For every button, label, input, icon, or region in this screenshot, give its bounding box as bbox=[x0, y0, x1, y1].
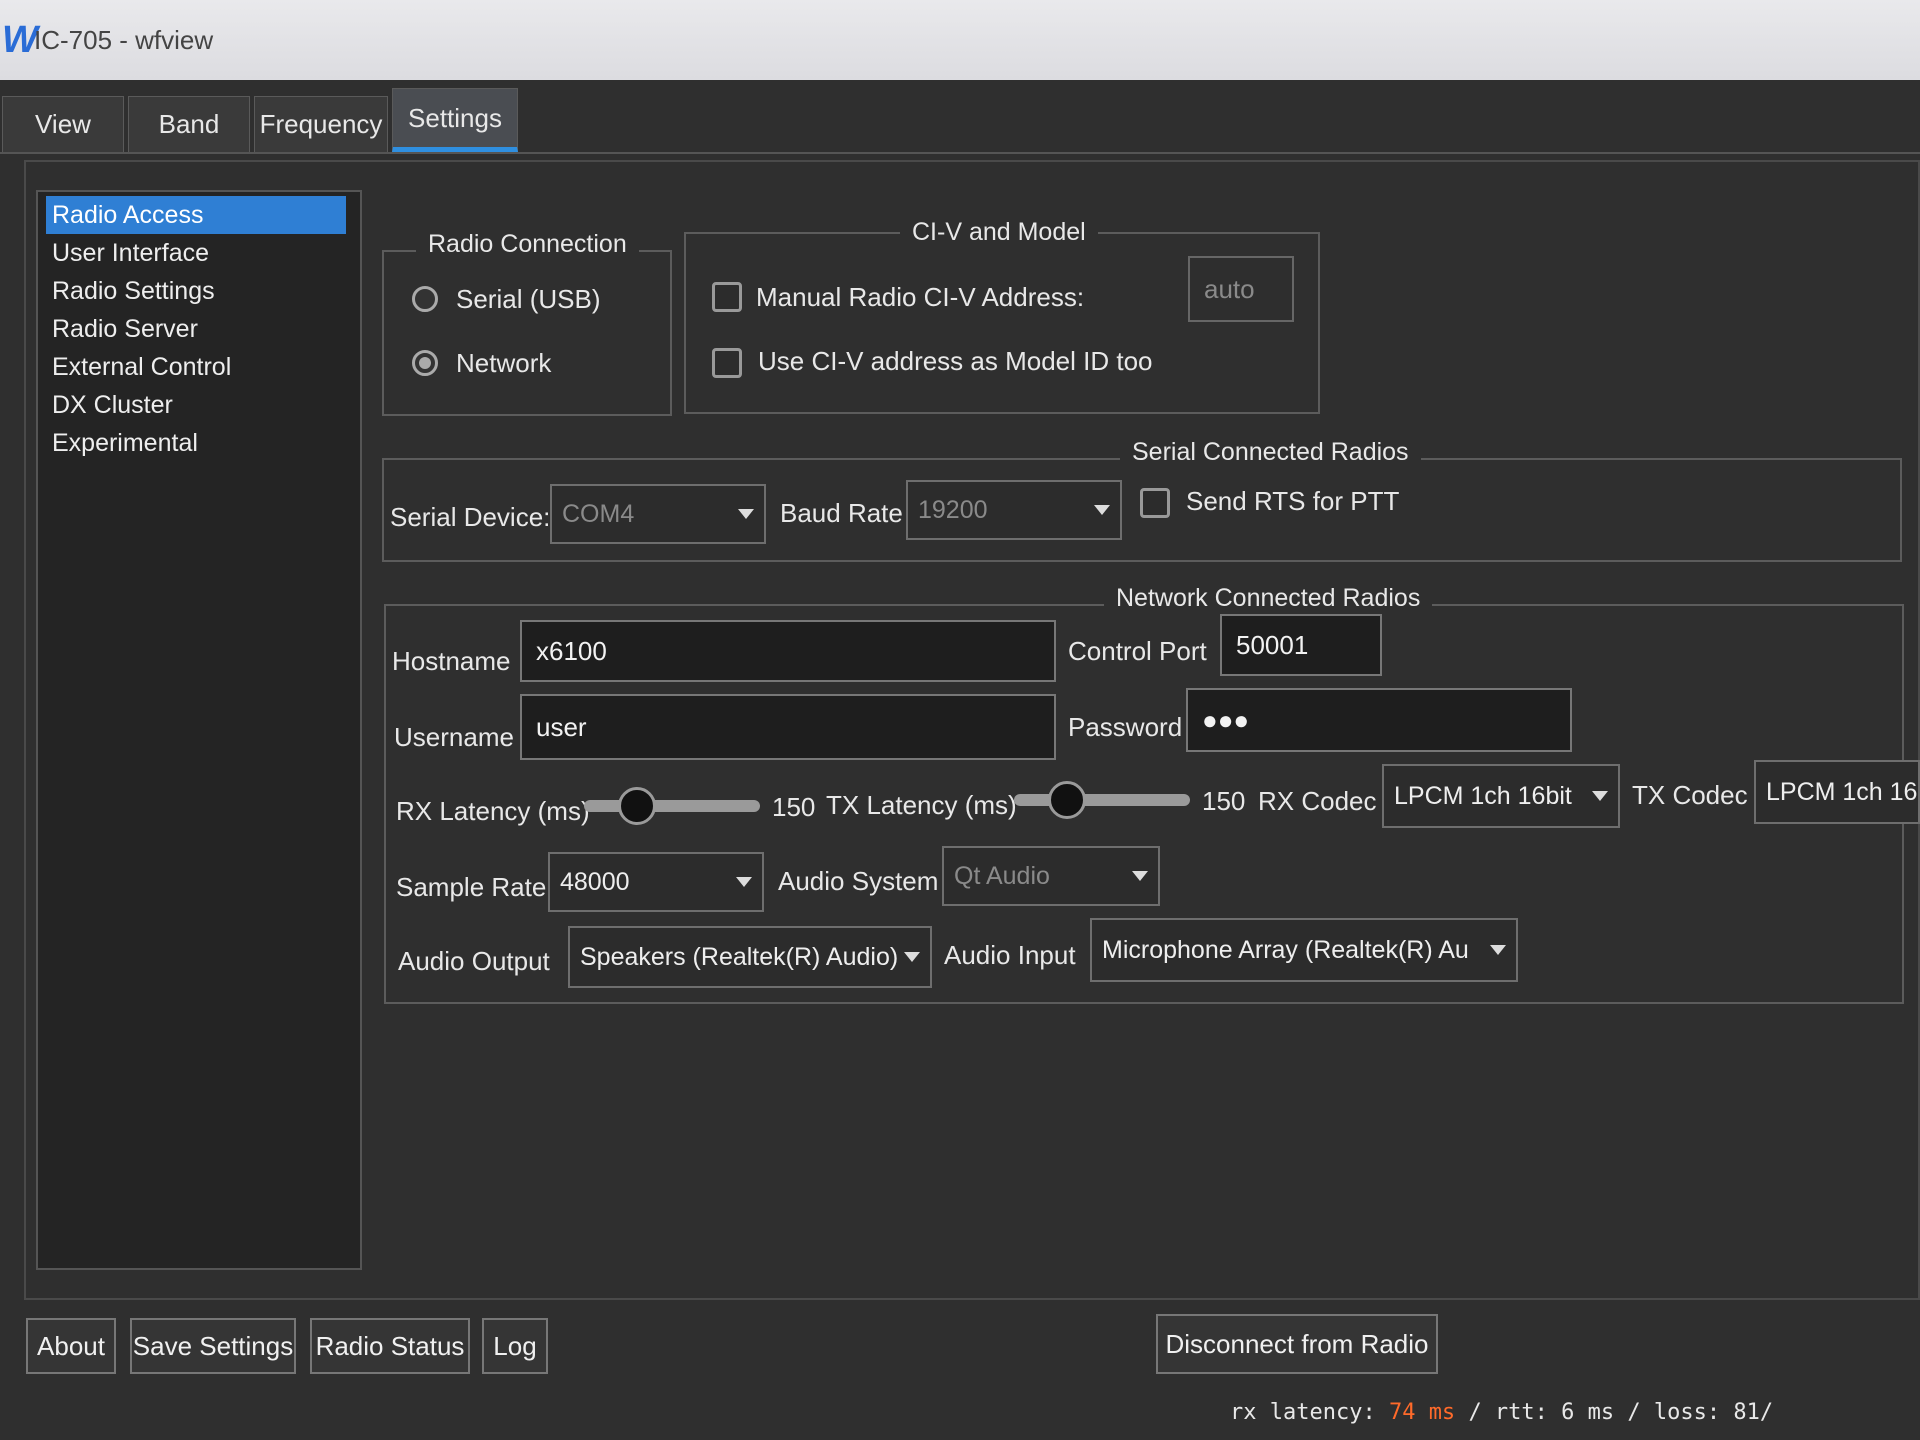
password-label: Password bbox=[1068, 712, 1183, 742]
username-label: Username bbox=[394, 722, 514, 752]
rx-latency-slider-handle[interactable] bbox=[617, 787, 656, 825]
settings-sidebar: Radio Access User Interface Radio Settin… bbox=[36, 190, 362, 1270]
radio-connection-title: Radio Connection bbox=[416, 230, 639, 259]
control-port-label: Control Port bbox=[1068, 636, 1207, 666]
about-button[interactable]: About bbox=[26, 1318, 116, 1374]
audio-input-value: Microphone Array (Realtek(R) Au bbox=[1102, 935, 1469, 964]
rx-latency-slider[interactable] bbox=[584, 800, 760, 812]
tab-frequency[interactable]: Frequency bbox=[254, 96, 388, 152]
rx-codec-label: RX Codec bbox=[1258, 786, 1377, 816]
hostname-label: Hostname bbox=[392, 646, 511, 676]
baud-rate-label: Baud Rate bbox=[780, 498, 903, 528]
serial-usb-radio[interactable] bbox=[412, 286, 438, 312]
radio-status-button[interactable]: Radio Status bbox=[310, 1318, 470, 1374]
audio-output-label: Audio Output bbox=[398, 946, 550, 976]
audio-output-value: Speakers (Realtek(R) Audio) bbox=[580, 942, 899, 971]
audio-output-combo[interactable]: Speakers (Realtek(R) Audio) bbox=[568, 926, 932, 988]
rx-latency-value: 150 bbox=[772, 792, 816, 822]
sidebar-item-user-interface[interactable]: User Interface bbox=[46, 234, 346, 272]
sidebar-item-radio-settings[interactable]: Radio Settings bbox=[46, 272, 346, 310]
rx-codec-combo[interactable]: LPCM 1ch 16bit bbox=[1382, 764, 1620, 828]
tx-latency-slider[interactable] bbox=[1014, 794, 1190, 806]
tab-band[interactable]: Band bbox=[128, 96, 250, 152]
serial-usb-label: Serial (USB) bbox=[456, 284, 601, 314]
audio-system-value: Qt Audio bbox=[954, 861, 1050, 890]
password-field[interactable]: ●●● bbox=[1186, 688, 1572, 752]
save-settings-button[interactable]: Save Settings bbox=[130, 1318, 296, 1374]
rtt-status-label: / rtt: bbox=[1468, 1400, 1548, 1425]
send-rts-checkbox[interactable] bbox=[1140, 488, 1170, 518]
audio-system-combo[interactable]: Qt Audio bbox=[942, 846, 1160, 906]
baud-rate-value: 19200 bbox=[918, 495, 988, 524]
chevron-down-icon bbox=[1094, 505, 1110, 515]
title-bar: W IC-705 - wfview bbox=[0, 0, 1920, 80]
tx-codec-value: LPCM 1ch 16I bbox=[1766, 777, 1920, 806]
window-title: IC-705 - wfview bbox=[34, 24, 214, 55]
tab-bar: View Band Frequency Settings bbox=[0, 88, 1920, 152]
civ-address-field[interactable]: auto bbox=[1188, 256, 1294, 322]
serial-device-combo[interactable]: COM4 bbox=[550, 484, 766, 544]
sidebar-item-radio-server[interactable]: Radio Server bbox=[46, 310, 346, 348]
rtt-status-value: 6 ms bbox=[1561, 1400, 1615, 1425]
tab-settings[interactable]: Settings bbox=[392, 88, 518, 152]
log-button[interactable]: Log bbox=[482, 1318, 548, 1374]
rx-codec-value: LPCM 1ch 16bit bbox=[1394, 781, 1572, 810]
rx-latency-status-label: rx latency: bbox=[1230, 1400, 1376, 1425]
hostname-field[interactable]: x6100 bbox=[520, 620, 1056, 682]
manual-civ-label: Manual Radio CI-V Address: bbox=[756, 282, 1085, 312]
audio-input-label: Audio Input bbox=[944, 940, 1076, 970]
baud-rate-combo[interactable]: 19200 bbox=[906, 480, 1122, 540]
network-group-title: Network Connected Radios bbox=[1104, 584, 1433, 613]
manual-civ-checkbox[interactable] bbox=[712, 282, 742, 312]
audio-input-combo[interactable]: Microphone Array (Realtek(R) Au bbox=[1090, 918, 1518, 982]
use-civ-model-label: Use CI-V address as Model ID too bbox=[758, 346, 1153, 376]
sidebar-item-external-control[interactable]: External Control bbox=[46, 348, 346, 386]
chevron-down-icon bbox=[1132, 871, 1148, 881]
username-field[interactable]: user bbox=[520, 694, 1056, 760]
tx-codec-combo[interactable]: LPCM 1ch 16I bbox=[1754, 760, 1920, 824]
sample-rate-label: Sample Rate bbox=[396, 872, 547, 902]
rx-latency-label: RX Latency (ms) bbox=[396, 796, 590, 826]
chevron-down-icon bbox=[1490, 945, 1506, 955]
serial-device-value: COM4 bbox=[562, 499, 635, 528]
sidebar-item-dx-cluster[interactable]: DX Cluster bbox=[46, 386, 346, 424]
network-radio[interactable] bbox=[412, 350, 438, 376]
rx-latency-status-value: 74 ms bbox=[1388, 1400, 1456, 1425]
tx-latency-label: TX Latency (ms) bbox=[826, 790, 1017, 820]
loss-status-value: 81/ bbox=[1733, 1400, 1774, 1425]
chevron-down-icon bbox=[1592, 791, 1608, 801]
serial-device-label: Serial Device: bbox=[390, 502, 551, 532]
serial-group-title: Serial Connected Radios bbox=[1120, 438, 1421, 467]
chevron-down-icon bbox=[738, 509, 754, 519]
control-port-field[interactable]: 50001 bbox=[1220, 614, 1382, 676]
loss-status-label: / loss: bbox=[1627, 1400, 1721, 1425]
chevron-down-icon bbox=[736, 877, 752, 887]
chevron-down-icon bbox=[904, 952, 920, 962]
status-bar: rx latency: 74 ms / rtt: 6 ms / loss: 81… bbox=[1230, 1400, 1773, 1425]
send-rts-label: Send RTS for PTT bbox=[1186, 486, 1400, 516]
sidebar-item-experimental[interactable]: Experimental bbox=[46, 424, 346, 462]
disconnect-button[interactable]: Disconnect from Radio bbox=[1156, 1314, 1438, 1374]
tx-codec-label: TX Codec bbox=[1632, 780, 1748, 810]
tab-divider bbox=[0, 152, 1920, 154]
sidebar-item-radio-access[interactable]: Radio Access bbox=[46, 196, 346, 234]
sample-rate-combo[interactable]: 48000 bbox=[548, 852, 764, 912]
wfview-logo-icon: W bbox=[2, 18, 38, 61]
sample-rate-value: 48000 bbox=[560, 867, 630, 896]
use-civ-model-checkbox[interactable] bbox=[712, 348, 742, 378]
audio-system-label: Audio System bbox=[778, 866, 939, 896]
radio-connection-group bbox=[382, 250, 672, 416]
tx-latency-slider-handle[interactable] bbox=[1047, 781, 1086, 819]
tab-view[interactable]: View bbox=[2, 96, 124, 152]
network-label: Network bbox=[456, 348, 552, 378]
tx-latency-value: 150 bbox=[1202, 786, 1246, 816]
civ-model-title: CI-V and Model bbox=[900, 218, 1098, 247]
